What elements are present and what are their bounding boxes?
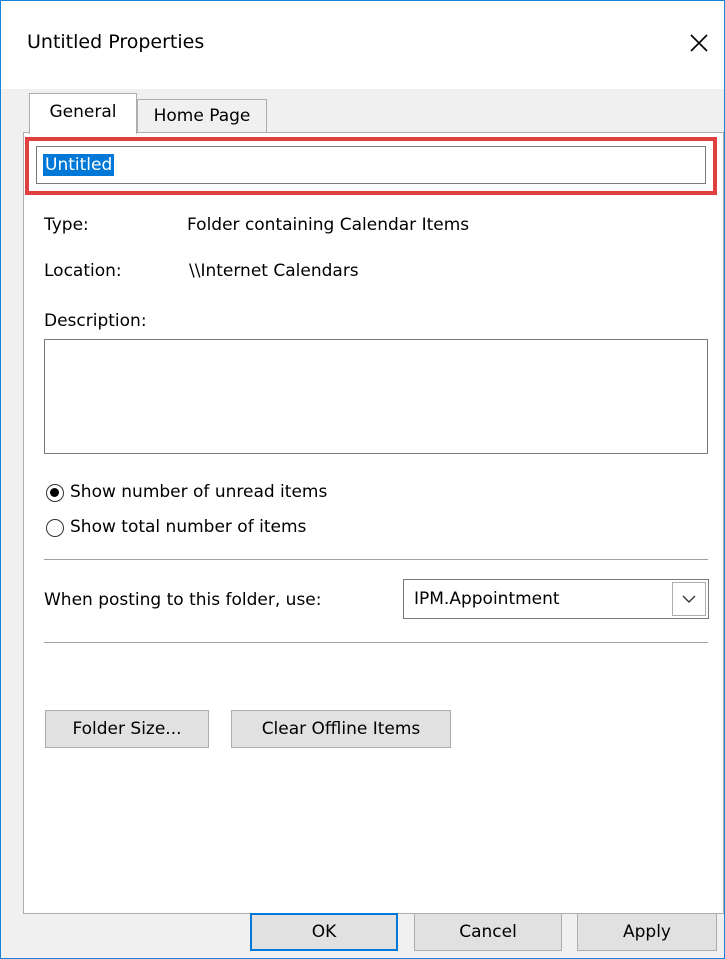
- radio-show-total[interactable]: [46, 519, 64, 537]
- folder-name-selected-text: Untitled: [43, 154, 115, 176]
- posting-form-select[interactable]: IPM.Appointment: [403, 579, 709, 619]
- tab-general[interactable]: General: [29, 93, 137, 134]
- description-label: Description:: [44, 311, 147, 331]
- apply-button[interactable]: Apply: [577, 913, 717, 951]
- tab-home-page[interactable]: Home Page: [137, 99, 267, 134]
- location-value: \\Internet Calendars: [189, 261, 359, 281]
- posting-label: When posting to this folder, use:: [44, 590, 322, 610]
- radio-show-unread[interactable]: [46, 484, 64, 502]
- type-value: Folder containing Calendar Items: [187, 215, 470, 235]
- radio-show-total-label[interactable]: Show total number of items: [70, 517, 306, 537]
- folder-size-button[interactable]: Folder Size...: [45, 710, 209, 748]
- properties-dialog: Untitled Properties General Home Page Un…: [0, 0, 725, 959]
- title-bar: Untitled Properties: [1, 1, 724, 89]
- cancel-button[interactable]: Cancel: [414, 913, 562, 951]
- posting-form-value: IPM.Appointment: [414, 589, 560, 609]
- description-textarea[interactable]: [44, 339, 708, 454]
- ok-button[interactable]: OK: [250, 913, 398, 951]
- divider: [44, 642, 708, 643]
- divider: [44, 559, 708, 560]
- chevron-down-icon[interactable]: [672, 582, 706, 616]
- location-label: Location:: [44, 261, 122, 281]
- clear-offline-items-button[interactable]: Clear Offline Items: [231, 710, 451, 748]
- folder-name-input[interactable]: Untitled: [36, 146, 706, 184]
- type-label: Type:: [44, 215, 89, 235]
- dialog-title: Untitled Properties: [27, 31, 205, 53]
- radio-show-unread-label[interactable]: Show number of unread items: [70, 482, 327, 502]
- close-icon[interactable]: [681, 23, 717, 63]
